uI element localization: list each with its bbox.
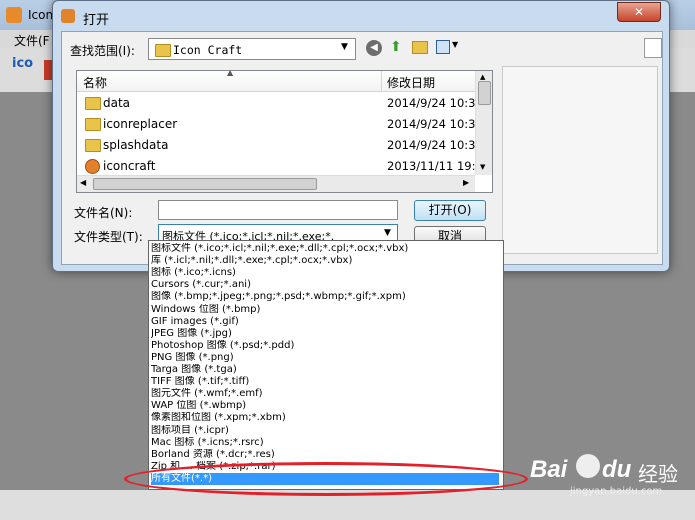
brand-text-2: du <box>602 456 632 483</box>
filetype-option[interactable]: PNG 图像 (*.png) <box>151 352 499 364</box>
scroll-left-icon[interactable]: ◀ <box>80 178 86 187</box>
file-list[interactable]: 名称 ▲ 修改日期 data 2014/9/24 10:33 iconrepla… <box>76 68 493 193</box>
new-folder-icon[interactable] <box>412 41 428 54</box>
filetype-option[interactable]: Windows 位图 (*.bmp) <box>151 304 499 316</box>
filetype-option[interactable]: Photoshop 图像 (*.psd;*.pdd) <box>151 340 499 352</box>
chevron-down-icon: ▼ <box>384 228 391 238</box>
filetype-dropdown-list[interactable]: 图标文件 (*.ico;*.icl;*.nil;*.exe;*.dll;*.cp… <box>148 240 504 490</box>
paw-icon <box>576 454 600 478</box>
view-menu-icon[interactable] <box>436 40 450 54</box>
watermark-url: jingyan.baidu.com <box>570 486 663 497</box>
background-title: Icon <box>28 8 54 22</box>
highlight-ellipse <box>124 462 528 496</box>
file-date: 2014/9/24 10:33 <box>387 96 477 110</box>
file-name: iconreplacer <box>103 117 178 131</box>
ico-text: ico <box>12 56 34 71</box>
folder-icon <box>85 118 101 131</box>
ico-toolbar-icon[interactable]: ico <box>12 56 38 82</box>
column-divider <box>381 71 382 91</box>
folder-icon <box>85 97 101 110</box>
file-name: data <box>103 96 131 110</box>
look-in-value: Icon Craft <box>173 43 243 57</box>
scroll-thumb[interactable] <box>478 81 491 105</box>
chevron-down-icon: ▼ <box>341 42 348 52</box>
scroll-up-icon[interactable]: ▲ <box>480 73 485 81</box>
folder-icon <box>155 44 171 57</box>
open-file-dialog: 打开 ✕ 查找范围(I): Icon Craft ▼ ◀ ⬆ ▼ 名称 ▲ 修改… <box>52 0 670 272</box>
look-in-label: 查找范围(I): <box>70 44 135 58</box>
list-item[interactable]: splashdata 2014/9/24 10:33 <box>77 135 477 156</box>
dialog-title: 打开 <box>83 13 110 28</box>
look-in-combo[interactable]: Icon Craft ▼ <box>148 38 356 60</box>
file-date: 2014/9/24 10:33 <box>387 117 477 131</box>
open-button-label: 打开(O) <box>428 203 472 217</box>
file-date: 2013/11/11 19:1 <box>387 159 477 173</box>
up-folder-icon[interactable]: ⬆ <box>390 39 402 55</box>
watermark-suffix: 经验 <box>638 462 678 486</box>
list-item[interactable]: iconreplacer 2014/9/24 10:33 <box>77 114 477 135</box>
column-name[interactable]: 名称 <box>83 74 107 91</box>
filetype-option[interactable]: 图像 (*.bmp;*.jpeg;*.png;*.psd;*.wbmp;*.gi… <box>151 291 499 303</box>
file-name: splashdata <box>103 138 169 152</box>
scroll-right-icon[interactable]: ▶ <box>463 178 469 187</box>
close-icon: ✕ <box>633 5 645 19</box>
app-icon <box>85 159 100 174</box>
menu-file[interactable]: 文件(F <box>14 32 50 49</box>
filetype-option[interactable]: Mac 图标 (*.icns;*.rsrc) <box>151 437 499 449</box>
filetype-option[interactable]: WAP 位图 (*.wbmp) <box>151 400 499 412</box>
filetype-option[interactable]: Targa 图像 (*.tga) <box>151 364 499 376</box>
chevron-down-icon[interactable]: ▼ <box>452 40 458 49</box>
preview-pane <box>502 66 658 254</box>
filetype-option[interactable]: 像素图和位图 (*.xpm;*.xbm) <box>151 412 499 424</box>
dialog-client: 查找范围(I): Icon Craft ▼ ◀ ⬆ ▼ 名称 ▲ 修改日期 da… <box>61 31 663 265</box>
filetype-option[interactable]: GIF images (*.gif) <box>151 316 499 328</box>
column-header: 名称 ▲ 修改日期 <box>77 68 475 92</box>
open-button[interactable]: 打开(O) <box>414 200 486 221</box>
filetype-option[interactable]: 图标项目 (*.icpr) <box>151 425 499 437</box>
back-icon[interactable]: ◀ <box>366 40 382 56</box>
preview-toggle-icon[interactable] <box>644 38 662 58</box>
sort-up-icon: ▲ <box>227 68 234 77</box>
column-modified[interactable]: 修改日期 <box>387 74 435 91</box>
close-button[interactable]: ✕ <box>617 2 661 22</box>
scroll-down-icon[interactable]: ▼ <box>480 163 485 171</box>
filetype-option[interactable]: 图标 (*.ico;*.icns) <box>151 267 499 279</box>
filename-label: 文件名(N): <box>74 206 133 220</box>
dialog-icon <box>61 9 75 23</box>
filetype-option[interactable]: TIFF 图像 (*.tif;*.tiff) <box>151 376 499 388</box>
scroll-thumb[interactable] <box>93 178 317 190</box>
filetype-option[interactable]: JPEG 图像 (*.jpg) <box>151 328 499 340</box>
vertical-scrollbar[interactable]: ▲ ▼ <box>475 71 492 175</box>
file-date: 2014/9/24 10:33 <box>387 138 477 152</box>
list-item[interactable]: iconcraft 2013/11/11 19:1 <box>77 156 477 177</box>
filename-field[interactable] <box>158 200 398 220</box>
filetype-label: 文件类型(T): <box>74 230 143 244</box>
app-icon <box>6 7 22 23</box>
horizontal-scrollbar[interactable]: ◀ ▶ <box>77 175 475 192</box>
folder-icon <box>85 139 101 152</box>
filetype-option[interactable]: 图标文件 (*.ico;*.icl;*.nil;*.exe;*.dll;*.cp… <box>151 243 499 255</box>
file-name: iconcraft <box>103 159 156 173</box>
filetype-option[interactable]: Borland 资源 (*.dcr;*.res) <box>151 449 499 461</box>
brand-text: Bai <box>530 456 568 483</box>
filetype-option[interactable]: 图元文件 (*.wmf;*.emf) <box>151 388 499 400</box>
filetype-option[interactable]: Cursors (*.cur;*.ani) <box>151 279 499 291</box>
list-item[interactable]: data 2014/9/24 10:33 <box>77 93 477 114</box>
filetype-option[interactable]: 库 (*.icl;*.nil;*.dll;*.exe;*.cpl;*.ocx;*… <box>151 255 499 267</box>
